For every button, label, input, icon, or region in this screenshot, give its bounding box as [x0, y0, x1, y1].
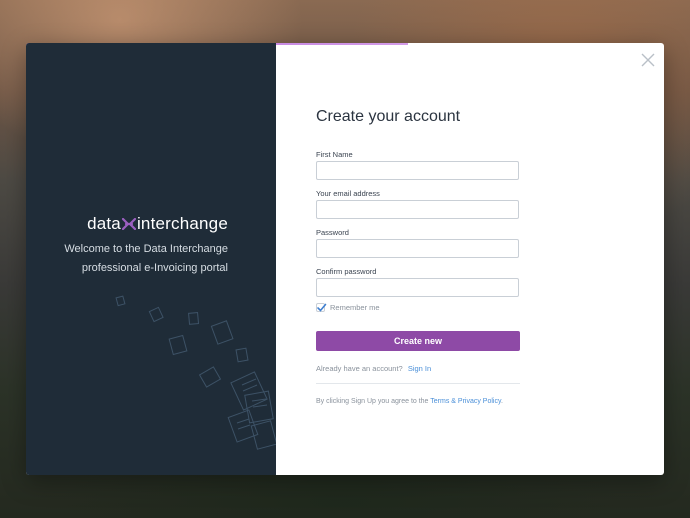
password-field[interactable]	[316, 239, 519, 258]
form-panel: Create your account First Name Your emai…	[276, 43, 664, 475]
terms-suffix: .	[500, 398, 503, 405]
terms-link[interactable]: Terms & Privacy Policy	[430, 398, 501, 405]
email-field[interactable]	[316, 200, 519, 219]
first-name-field[interactable]	[316, 161, 519, 180]
page-title: Create your account	[316, 108, 461, 125]
create-new-button[interactable]: Create new	[316, 331, 520, 351]
confirm-password-field[interactable]	[316, 278, 519, 297]
signup-modal: data interchange Welcome to the Data Int…	[26, 43, 664, 475]
brand-panel: data interchange Welcome to the Data Int…	[26, 43, 276, 475]
already-text: Already have an account?	[316, 364, 403, 373]
first-name-label: First Name	[316, 150, 353, 159]
password-label: Password	[316, 228, 349, 237]
sign-in-link[interactable]: Sign In	[408, 364, 431, 373]
confirm-password-label: Confirm password	[316, 267, 377, 276]
remember-me-label: Remember me	[330, 303, 380, 312]
terms-prefix: By clicking Sign Up you agree to the	[316, 398, 429, 405]
check-icon	[317, 303, 327, 312]
divider	[316, 383, 520, 384]
close-button[interactable]	[640, 52, 656, 68]
close-icon	[641, 53, 655, 67]
sign-in-prompt: Already have an account? Sign In	[316, 364, 431, 373]
remember-me: Remember me	[316, 303, 380, 312]
remember-me-checkbox[interactable]	[316, 303, 327, 312]
email-label: Your email address	[316, 189, 380, 198]
terms-text: By clicking Sign Up you agree to the Ter…	[316, 398, 503, 405]
